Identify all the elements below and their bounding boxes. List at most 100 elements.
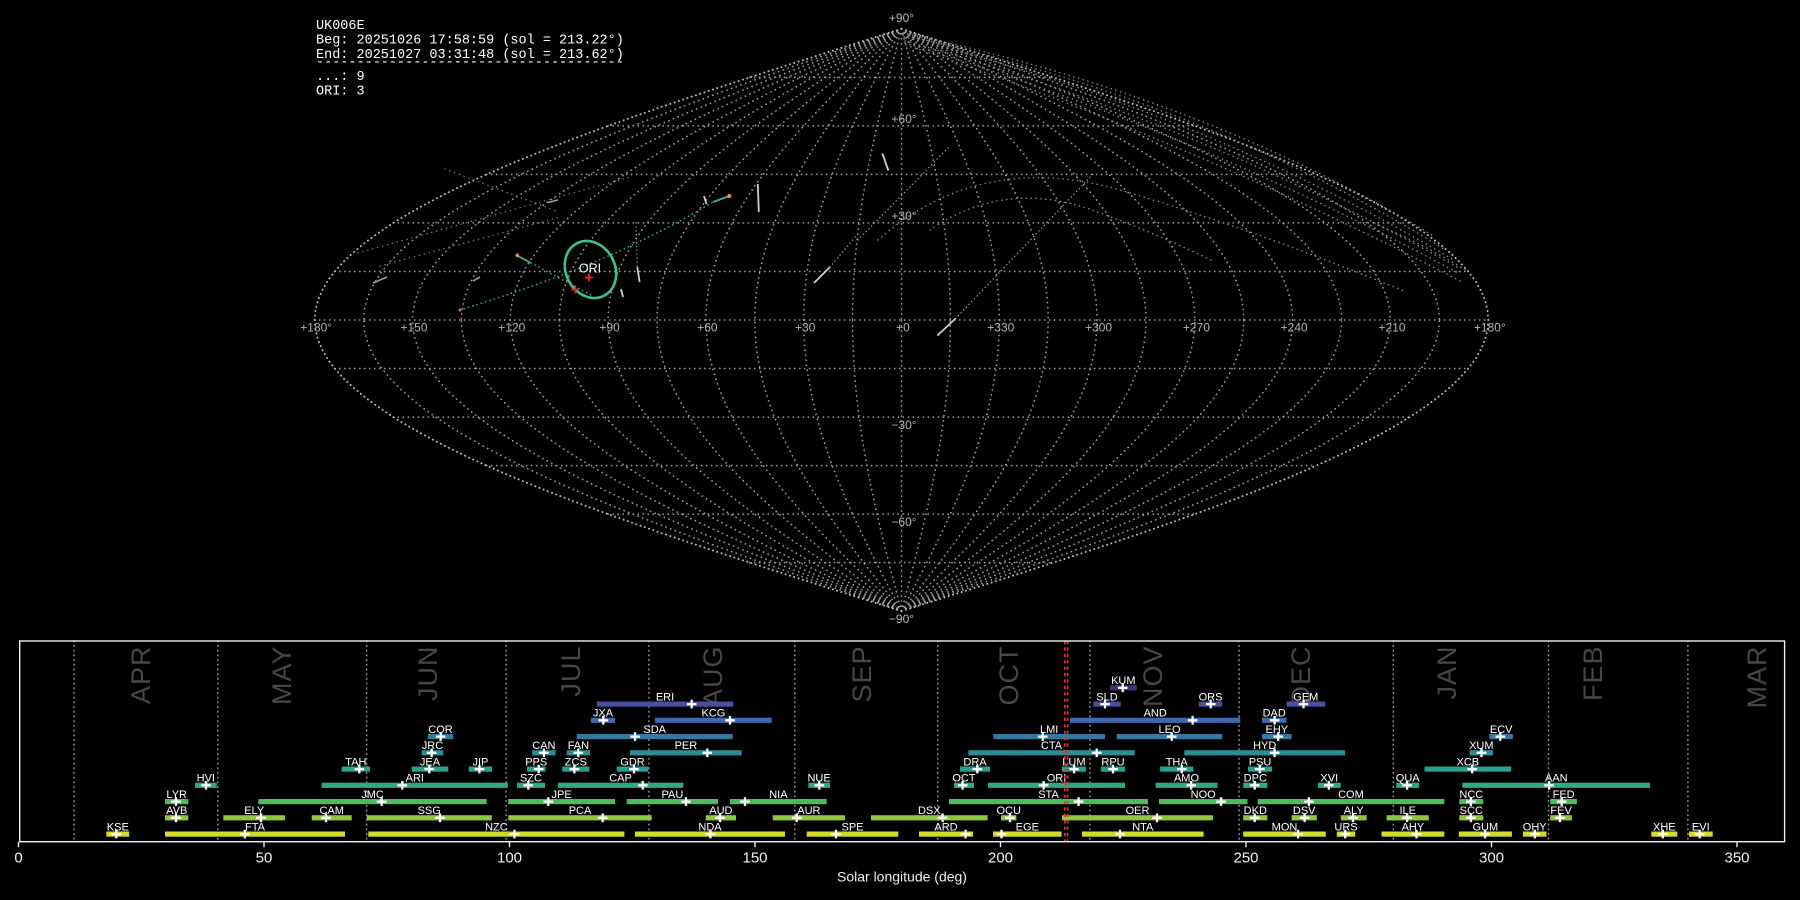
svg-text:AMO: AMO xyxy=(1174,773,1200,785)
svg-text:ECV: ECV xyxy=(1490,724,1513,736)
svg-text:JUL: JUL xyxy=(556,646,586,697)
svg-text:AHY: AHY xyxy=(1402,821,1425,833)
svg-text:COM: COM xyxy=(1338,789,1364,801)
svg-text:ERI: ERI xyxy=(656,691,674,703)
svg-text:JXA: JXA xyxy=(593,708,614,720)
svg-text:SEP: SEP xyxy=(847,646,877,703)
svg-text:GEM: GEM xyxy=(1293,691,1318,703)
svg-text:+300: +300 xyxy=(1085,321,1112,335)
svg-text:JUN: JUN xyxy=(413,646,443,702)
svg-text:+180°: +180° xyxy=(300,321,332,335)
svg-text:PER: PER xyxy=(675,740,698,752)
svg-text:NZC: NZC xyxy=(485,821,508,833)
svg-text:ALY: ALY xyxy=(1344,805,1365,817)
svg-text:EVI: EVI xyxy=(1692,821,1710,833)
svg-text:+330: +330 xyxy=(987,321,1014,335)
svg-text:−30°: −30° xyxy=(891,418,916,432)
svg-text:MAR: MAR xyxy=(1742,646,1772,709)
svg-text:HYD: HYD xyxy=(1253,740,1276,752)
svg-text:250: 250 xyxy=(1233,850,1258,867)
svg-text:ZCS: ZCS xyxy=(565,756,587,768)
svg-text:URS: URS xyxy=(1334,821,1357,833)
svg-text:CTA: CTA xyxy=(1041,740,1063,752)
svg-text:+90°: +90° xyxy=(889,11,914,25)
svg-text:XUM: XUM xyxy=(1469,740,1493,752)
svg-text:+270: +270 xyxy=(1183,321,1210,335)
svg-text:LEO: LEO xyxy=(1158,724,1180,736)
svg-text:PSU: PSU xyxy=(1249,756,1272,768)
svg-text:MAY: MAY xyxy=(267,646,297,706)
svg-text:XCB: XCB xyxy=(1456,756,1479,768)
svg-text:UK006E: UK006E xyxy=(316,19,365,34)
svg-text:+60°: +60° xyxy=(891,112,916,126)
svg-text:SZC: SZC xyxy=(520,773,542,785)
svg-text:FEV: FEV xyxy=(1550,805,1572,817)
svg-text:APR: APR xyxy=(126,646,156,705)
svg-text:OCT: OCT xyxy=(994,646,1024,706)
svg-text:−60°: −60° xyxy=(891,515,916,529)
svg-text:ARD: ARD xyxy=(934,821,957,833)
svg-text:AUR: AUR xyxy=(797,805,820,817)
svg-text:ORS: ORS xyxy=(1199,691,1223,703)
svg-text:SSG: SSG xyxy=(418,805,441,817)
svg-text:+240: +240 xyxy=(1281,321,1308,335)
svg-text:AAN: AAN xyxy=(1545,773,1568,785)
svg-text:OCT: OCT xyxy=(952,773,976,785)
svg-text:SDA: SDA xyxy=(643,724,666,736)
svg-text:PPS: PPS xyxy=(525,756,547,768)
svg-text:OHY: OHY xyxy=(1523,821,1548,833)
svg-text:KCG: KCG xyxy=(701,708,725,720)
svg-text:XVI: XVI xyxy=(1320,773,1338,785)
svg-text:CAM: CAM xyxy=(319,805,343,817)
svg-text:JPE: JPE xyxy=(552,789,572,801)
svg-text:PAU: PAU xyxy=(661,789,683,801)
svg-text:NDA: NDA xyxy=(698,821,722,833)
svg-text:HVI: HVI xyxy=(197,773,215,785)
svg-text:ARI: ARI xyxy=(406,773,424,785)
svg-text:ORI: 3: ORI: 3 xyxy=(316,85,365,100)
svg-text:AND: AND xyxy=(1144,708,1167,720)
svg-text:OCU: OCU xyxy=(996,805,1021,817)
svg-text:AVB: AVB xyxy=(166,805,187,817)
svg-text:EGE: EGE xyxy=(1016,821,1039,833)
svg-text:Solar longitude (deg): Solar longitude (deg) xyxy=(837,869,967,885)
svg-text:AUD: AUD xyxy=(709,805,732,817)
svg-text:SPE: SPE xyxy=(841,821,863,833)
svg-text:XHE: XHE xyxy=(1653,821,1676,833)
svg-text:ORI: ORI xyxy=(1047,773,1067,785)
svg-text:+120: +120 xyxy=(498,321,525,335)
svg-text:ELY: ELY xyxy=(244,805,265,817)
svg-text:+150: +150 xyxy=(400,321,427,335)
svg-text:NOO: NOO xyxy=(1191,789,1217,801)
svg-text:Beg: 20251026 17:58:59 (sol =: Beg: 20251026 17:58:59 (sol = 213.22°) xyxy=(316,34,624,49)
svg-text:50: 50 xyxy=(256,850,273,867)
svg-text:ORI: ORI xyxy=(579,262,601,276)
svg-text:AUG: AUG xyxy=(698,646,728,708)
svg-text:THA: THA xyxy=(1166,756,1189,768)
svg-text:JEA: JEA xyxy=(420,756,441,768)
svg-text:GUM: GUM xyxy=(1472,821,1498,833)
svg-text:MON: MON xyxy=(1272,821,1298,833)
svg-text:DRA: DRA xyxy=(963,756,987,768)
svg-text:+180°: +180° xyxy=(1474,321,1506,335)
svg-text:PCA: PCA xyxy=(569,805,592,817)
svg-text:100: 100 xyxy=(497,850,522,867)
svg-text:JIP: JIP xyxy=(472,756,488,768)
svg-text:ILE: ILE xyxy=(1399,805,1416,817)
svg-text:SLD: SLD xyxy=(1096,691,1117,703)
svg-text:FAN: FAN xyxy=(568,740,589,752)
svg-text:CAN: CAN xyxy=(532,740,555,752)
svg-text:150: 150 xyxy=(742,850,767,867)
svg-text:COR: COR xyxy=(428,724,453,736)
svg-text:STA: STA xyxy=(1038,789,1059,801)
svg-text:DSX: DSX xyxy=(918,805,941,817)
svg-text:DKD: DKD xyxy=(1244,805,1267,817)
svg-text:NCC: NCC xyxy=(1459,789,1483,801)
svg-text:+30: +30 xyxy=(795,321,816,335)
svg-text:+90: +90 xyxy=(599,321,620,335)
svg-text:+210: +210 xyxy=(1378,321,1405,335)
svg-text:JMC: JMC xyxy=(361,789,384,801)
svg-text:------------------------------: -------------------------------------- xyxy=(316,56,624,71)
svg-text:...: 9: ...: 9 xyxy=(316,70,365,85)
svg-text:LUM: LUM xyxy=(1062,756,1085,768)
